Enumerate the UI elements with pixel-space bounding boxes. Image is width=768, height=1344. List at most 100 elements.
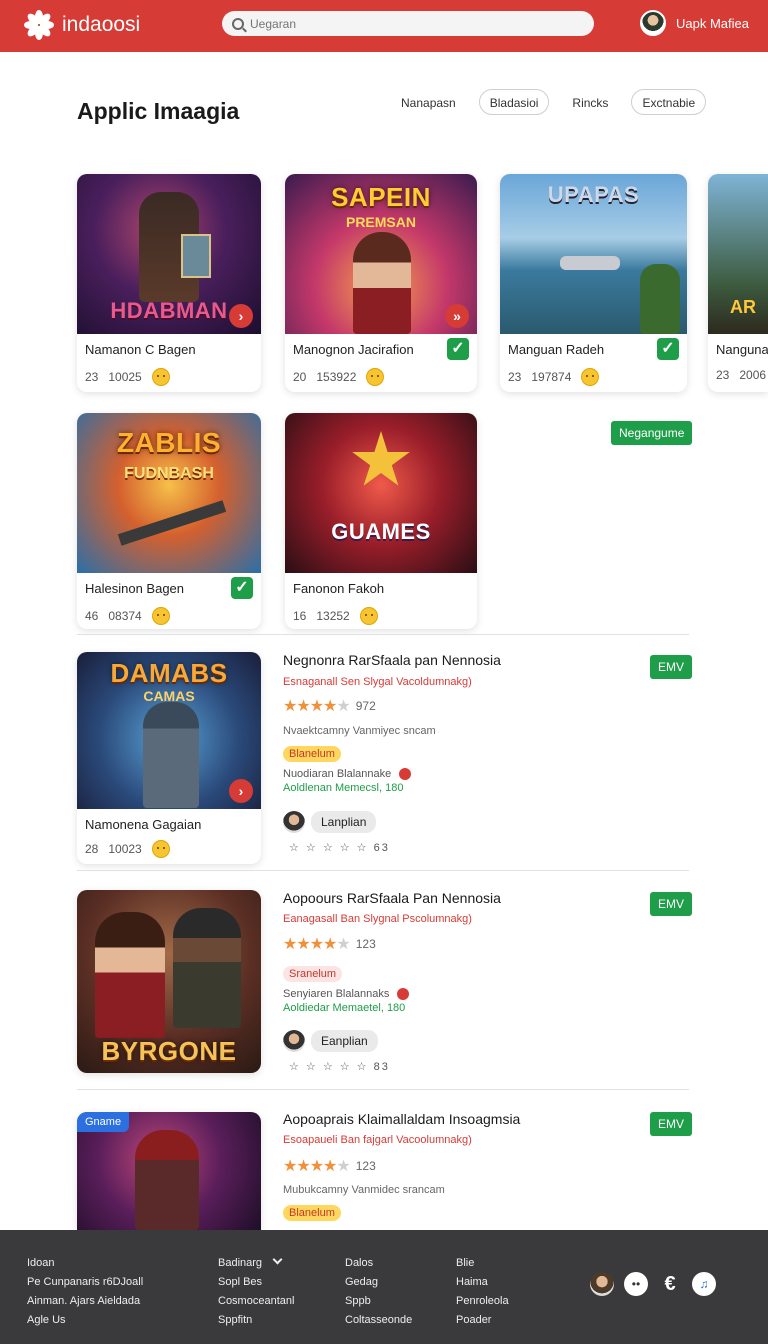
footer-column-2: Badinarg Sopl Bes Cosmoceantanl Sppfitn (218, 1254, 294, 1330)
footer-column-3: Dalos Gedag Sppb Coltasseonde (345, 1254, 412, 1330)
game-thumbnail[interactable]: AR (708, 174, 768, 334)
footer-link[interactable]: Sppfitn (218, 1311, 294, 1330)
category-tag[interactable]: Negangume (611, 421, 693, 445)
list-item-subtitle: Esnaganall Sen Slygal Vacoldumnakg) (283, 676, 472, 688)
filter-rincks[interactable]: Rincks (561, 89, 619, 115)
game-card[interactable]: ZABLIS FUDNBASH Halesinon Bagen ✓ 46 083… (77, 413, 261, 629)
thumbnail-subtitle: PREMSAN (345, 214, 416, 230)
game-thumbnail[interactable]: UPAPAS (500, 174, 687, 334)
card-meta: 23 10025 (85, 368, 170, 386)
emoji-icon (151, 368, 170, 386)
list-item-thumbnail-card[interactable]: BYRGONE (77, 890, 261, 1073)
game-thumbnail[interactable]: Gname (77, 1112, 261, 1230)
game-thumbnail[interactable]: BYRGONE (77, 890, 261, 1073)
search-icon (232, 17, 244, 30)
footer-link[interactable]: Sopl Bes (218, 1273, 294, 1292)
list-item-tag[interactable]: EMV (650, 1112, 693, 1136)
footer-link[interactable]: Agle Us (27, 1311, 143, 1330)
list-item-green-text: Aoldiedar Memaetel, 180 (283, 1002, 406, 1014)
developer-name[interactable]: Eanplian (311, 1030, 378, 1052)
avatar (283, 811, 305, 833)
music-icon[interactable]: ♫ (692, 1272, 716, 1296)
check-icon: ✓ (657, 338, 679, 360)
soldier-figure (173, 908, 241, 1028)
user-menu[interactable]: Uapk Mafiea (640, 10, 749, 36)
game-card[interactable]: SAPEIN PREMSAN » Manognon Jacirafion ✓ 2… (285, 174, 477, 392)
game-thumbnail[interactable]: SAPEIN PREMSAN » (285, 174, 477, 334)
footer-heading[interactable]: Badinarg (218, 1257, 262, 1269)
footer-link[interactable]: Gedag (345, 1273, 412, 1292)
search-bar[interactable] (222, 11, 594, 36)
game-thumbnail[interactable]: GUAMES (285, 413, 477, 573)
list-item-title[interactable]: Aopoours RarSfaala Pan Nennosia (283, 890, 501, 906)
filter-nanapasn[interactable]: Nanapasn (390, 89, 467, 115)
card-title: Manguan Radeh (508, 342, 605, 357)
rifle-shape (117, 500, 227, 546)
rating: ★★★★★ 123 (283, 934, 376, 954)
thumbnail-title: UPAPAS (547, 182, 640, 207)
game-card[interactable]: HDABMAN › Namanon C Bagen 23 10025 (77, 174, 261, 392)
game-thumbnail[interactable]: HDABMAN › (77, 174, 261, 334)
status-badge: Blanelum (283, 1205, 341, 1221)
thumbnail-title: SAPEIN (331, 182, 431, 212)
avatar[interactable] (590, 1272, 614, 1296)
card-count: 23 (85, 370, 99, 384)
soldier-figure (143, 702, 199, 808)
check-icon: ✓ (447, 338, 469, 360)
game-card[interactable]: GUAMES Fanonon Fakoh 16 13252 (285, 413, 477, 629)
play-icon[interactable]: › (229, 304, 253, 328)
star-icon (352, 431, 410, 486)
list-item-title[interactable]: Aopoaprais Klaimallaldam Insoagmsia (283, 1111, 520, 1127)
game-card[interactable]: AR Nanguna 23 2006 (708, 174, 768, 392)
developer-row[interactable]: Eanplian (283, 1030, 378, 1052)
footer-link[interactable]: Poader (456, 1311, 509, 1330)
filter-exctnabie[interactable]: Exctnabie (631, 89, 707, 115)
developer-name[interactable]: Lanplian (311, 811, 377, 833)
footer-link[interactable]: Ainman. Ajars Aieldada (27, 1292, 143, 1311)
developer-row[interactable]: Lanplian (283, 811, 377, 833)
card-title: Fanonon Fakoh (293, 581, 385, 596)
chat-icon[interactable]: •• (624, 1272, 648, 1296)
footer-link[interactable]: Cosmoceantanl (218, 1292, 294, 1311)
card-meta: 46 08374 (85, 607, 170, 625)
chevron-down-icon[interactable] (272, 1254, 283, 1265)
character-figure (95, 912, 165, 1038)
list-item-thumbnail-card[interactable]: DAMABS CAMAS › Namonena Gagaian 28 10023 (77, 652, 261, 864)
top-bar: indaoosi Uapk Mafiea (0, 0, 768, 52)
emoji-icon (366, 368, 385, 386)
list-item-description: Mubukcamny Vanmidec srancam (283, 1184, 445, 1196)
thumbnail-title: AR (730, 297, 756, 317)
poster-frame (181, 234, 211, 278)
thumbnail-title: GUAMES (331, 519, 431, 544)
game-card[interactable]: UPAPAS Manguan Radeh ✓ 23 197874 (500, 174, 687, 392)
footer-link[interactable]: Sppb (345, 1292, 412, 1311)
filter-bladasioi[interactable]: Bladasioi (478, 89, 550, 115)
star-rating-icon: ★★★★★ (283, 936, 351, 953)
game-thumbnail[interactable]: ZABLIS FUDNBASH (77, 413, 261, 573)
footer-link[interactable]: Pe Cunpanaris r6DJoall (27, 1273, 143, 1292)
card-title: Manognon Jacirafion (293, 342, 414, 357)
rating: ★★★★★ 972 (283, 696, 376, 716)
brand-c-icon[interactable]: € (658, 1272, 682, 1296)
thumbnail-subtitle: FUDNBASH (124, 465, 214, 482)
game-thumbnail[interactable]: DAMABS CAMAS › (77, 652, 261, 809)
filter-bar: Nanapasn Bladasioi Rincks Exctnabie (390, 89, 707, 115)
footer-link[interactable]: Haima (456, 1273, 509, 1292)
list-item-tag[interactable]: EMV (650, 655, 693, 679)
card-count: 23 (508, 370, 522, 384)
footer-link[interactable]: Penroleola (456, 1292, 509, 1311)
search-input[interactable] (250, 16, 570, 31)
list-item-thumbnail-card[interactable]: Gname (77, 1112, 261, 1230)
thumbnail-title: BYRGONE (101, 1036, 237, 1066)
list-item-title[interactable]: Negnonra RarSfaala pan Nennosia (283, 652, 501, 668)
play-icon[interactable]: › (229, 779, 253, 803)
list-item-info: Nuodiaran Blalannake (283, 768, 412, 780)
play-icon[interactable]: » (445, 304, 469, 328)
small-rating: ☆ ☆ ☆ ☆ ☆ 83 (289, 1061, 390, 1073)
footer-heading: Dalos (345, 1257, 374, 1269)
logo[interactable]: indaoosi (22, 8, 140, 42)
footer-link[interactable]: Coltasseonde (345, 1311, 412, 1330)
avatar[interactable] (640, 10, 666, 36)
social-links: •• € ♫ (590, 1272, 716, 1296)
list-item-tag[interactable]: EMV (650, 892, 693, 916)
